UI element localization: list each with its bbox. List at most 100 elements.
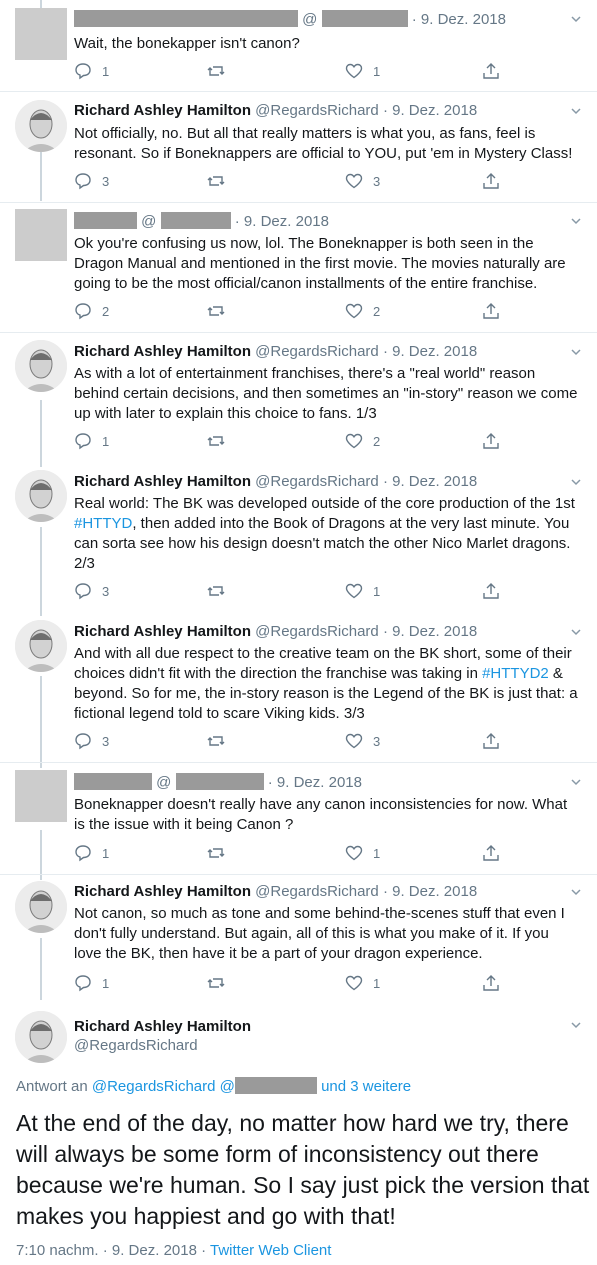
tweet-date[interactable]: · 9. Dez. 2018 xyxy=(383,623,477,640)
avatar[interactable] xyxy=(15,1011,67,1063)
retweet-button[interactable] xyxy=(207,974,235,992)
chevron-down-icon[interactable] xyxy=(571,627,581,637)
like-button[interactable]: 1 xyxy=(345,62,380,80)
reply-button[interactable]: 2 xyxy=(74,302,109,320)
reply-icon xyxy=(75,845,91,862)
avatar[interactable] xyxy=(15,620,67,672)
share-button[interactable] xyxy=(482,302,500,320)
divider xyxy=(0,874,597,875)
like-button[interactable]: 1 xyxy=(345,844,380,862)
tweet-timestamp[interactable]: 7:10 nachm. · 9. Dez. 2018 · xyxy=(16,1242,210,1259)
author-name[interactable]: Richard Ashley Hamilton xyxy=(74,473,251,490)
heart-icon xyxy=(345,845,363,861)
reply-button[interactable]: 1 xyxy=(74,62,109,80)
share-button[interactable] xyxy=(482,582,500,600)
reply-button[interactable]: 1 xyxy=(74,974,109,992)
reply-icon xyxy=(75,63,91,80)
retweet-button[interactable] xyxy=(207,844,235,862)
like-button[interactable]: 3 xyxy=(345,172,380,190)
reply-at[interactable]: @ xyxy=(216,1078,235,1095)
reply-button[interactable]: 3 xyxy=(74,732,109,750)
like-count: 3 xyxy=(373,173,381,189)
avatar[interactable] xyxy=(15,470,67,522)
hashtag-link[interactable]: #HTTYD xyxy=(74,515,132,532)
tweet-date[interactable]: · 9. Dez. 2018 xyxy=(383,343,477,360)
thread-line xyxy=(40,830,42,880)
reply-icon xyxy=(75,733,91,750)
retweet-button[interactable] xyxy=(207,302,235,320)
author-name[interactable]: Richard Ashley Hamilton xyxy=(74,102,251,119)
author-name[interactable]: Richard Ashley Hamilton xyxy=(74,623,251,640)
share-button[interactable] xyxy=(482,844,500,862)
retweet-button[interactable] xyxy=(207,172,235,190)
tweet-text: And with all due respect to the creative… xyxy=(74,644,579,724)
tweet-header: Richard Ashley Hamilton @RegardsRichard … xyxy=(74,623,477,640)
reply-handle-link[interactable]: @RegardsRichard xyxy=(92,1078,216,1095)
tweet-text: Wait, the bonekapper isn't canon? xyxy=(74,35,300,52)
client-link[interactable]: Twitter Web Client xyxy=(210,1242,331,1259)
chevron-down-icon[interactable] xyxy=(571,216,581,226)
avatar[interactable] xyxy=(15,340,67,392)
reply-button[interactable]: 1 xyxy=(74,844,109,862)
chevron-down-icon[interactable] xyxy=(571,347,581,357)
reply-count: 1 xyxy=(102,63,110,79)
like-button[interactable]: 1 xyxy=(345,974,380,992)
tweet-date[interactable]: · 9. Dez. 2018 xyxy=(235,213,329,230)
avatar-portrait xyxy=(15,1011,67,1063)
retweet-button[interactable] xyxy=(207,582,235,600)
author-handle: @RegardsRichard xyxy=(255,623,379,640)
chevron-down-icon[interactable] xyxy=(571,777,581,787)
divider xyxy=(0,91,597,92)
reply-others-link[interactable]: und 3 weitere xyxy=(321,1078,411,1095)
share-button[interactable] xyxy=(482,172,500,190)
chevron-down-icon[interactable] xyxy=(571,14,581,24)
share-button[interactable] xyxy=(482,432,500,450)
tweet-date[interactable]: · 9. Dez. 2018 xyxy=(268,774,362,791)
like-button[interactable]: 3 xyxy=(345,732,380,750)
avatar[interactable] xyxy=(15,8,67,60)
chevron-down-icon[interactable] xyxy=(571,887,581,897)
redacted-handle xyxy=(234,1077,317,1094)
tweet-header: @ · 9. Dez. 2018 xyxy=(74,212,329,230)
share-icon xyxy=(483,975,499,991)
like-count: 2 xyxy=(373,303,381,319)
author-name[interactable]: Richard Ashley Hamilton xyxy=(74,1018,251,1035)
avatar[interactable] xyxy=(15,770,67,822)
avatar[interactable] xyxy=(15,881,67,933)
retweet-button[interactable] xyxy=(207,62,235,80)
avatar[interactable] xyxy=(15,209,67,261)
author-name[interactable]: Richard Ashley Hamilton xyxy=(74,343,251,360)
tweet-header: Richard Ashley Hamilton @RegardsRichard … xyxy=(74,473,477,490)
share-button[interactable] xyxy=(482,732,500,750)
hashtag-link[interactable]: #HTTYD2 xyxy=(482,665,549,682)
share-button[interactable] xyxy=(482,62,500,80)
reply-button[interactable]: 3 xyxy=(74,582,109,600)
text-part: , then added into the Book of Dragons at… xyxy=(74,515,571,572)
author-name[interactable]: Richard Ashley Hamilton xyxy=(74,883,251,900)
reply-prefix: Antwort an xyxy=(16,1078,92,1095)
thread-line xyxy=(40,527,42,616)
reply-icon xyxy=(75,303,91,320)
author-handle[interactable]: @RegardsRichard xyxy=(74,1037,251,1054)
share-button[interactable] xyxy=(482,974,500,992)
reply-button[interactable]: 3 xyxy=(74,172,109,190)
chevron-down-icon[interactable] xyxy=(571,1020,581,1030)
chevron-down-icon[interactable] xyxy=(571,106,581,116)
tweet-date[interactable]: · 9. Dez. 2018 xyxy=(383,473,477,490)
author-handle: @RegardsRichard xyxy=(255,883,379,900)
tweet-text: Real world: The BK was developed outside… xyxy=(74,494,579,574)
tweet-date[interactable]: · 9. Dez. 2018 xyxy=(412,11,506,28)
chevron-down-icon[interactable] xyxy=(571,477,581,487)
retweet-button[interactable] xyxy=(207,732,235,750)
tweet-date[interactable]: · 9. Dez. 2018 xyxy=(383,883,477,900)
like-button[interactable]: 2 xyxy=(345,432,380,450)
retweet-button[interactable] xyxy=(207,432,235,450)
like-button[interactable]: 2 xyxy=(345,302,380,320)
retweet-icon xyxy=(207,586,225,596)
redacted-name xyxy=(74,10,298,27)
avatar[interactable] xyxy=(15,100,67,152)
reply-button[interactable]: 1 xyxy=(74,432,109,450)
like-button[interactable]: 1 xyxy=(345,582,380,600)
divider xyxy=(0,332,597,333)
tweet-date[interactable]: · 9. Dez. 2018 xyxy=(383,102,477,119)
